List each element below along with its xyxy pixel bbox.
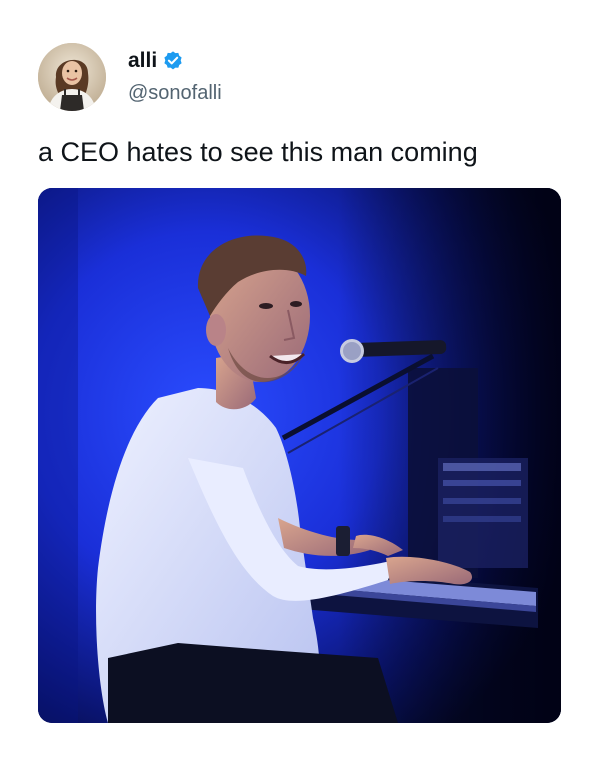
author-avatar[interactable]	[38, 43, 106, 111]
tweet-card: alli @sonofalli a CEO hates to see this …	[0, 0, 599, 767]
tweet-header: alli @sonofalli	[38, 42, 222, 112]
display-name-row: alli	[128, 48, 222, 74]
author-handle[interactable]: @sonofalli	[128, 80, 222, 106]
verified-badge-icon	[164, 51, 182, 70]
avatar-photo-icon	[38, 43, 106, 111]
tweet-media[interactable]	[38, 188, 561, 723]
author-names: alli @sonofalli	[128, 48, 222, 106]
tweet-text: a CEO hates to see this man coming	[38, 137, 478, 167]
author-display-name[interactable]: alli	[128, 48, 157, 74]
photo-man-at-piano-icon	[38, 188, 561, 723]
